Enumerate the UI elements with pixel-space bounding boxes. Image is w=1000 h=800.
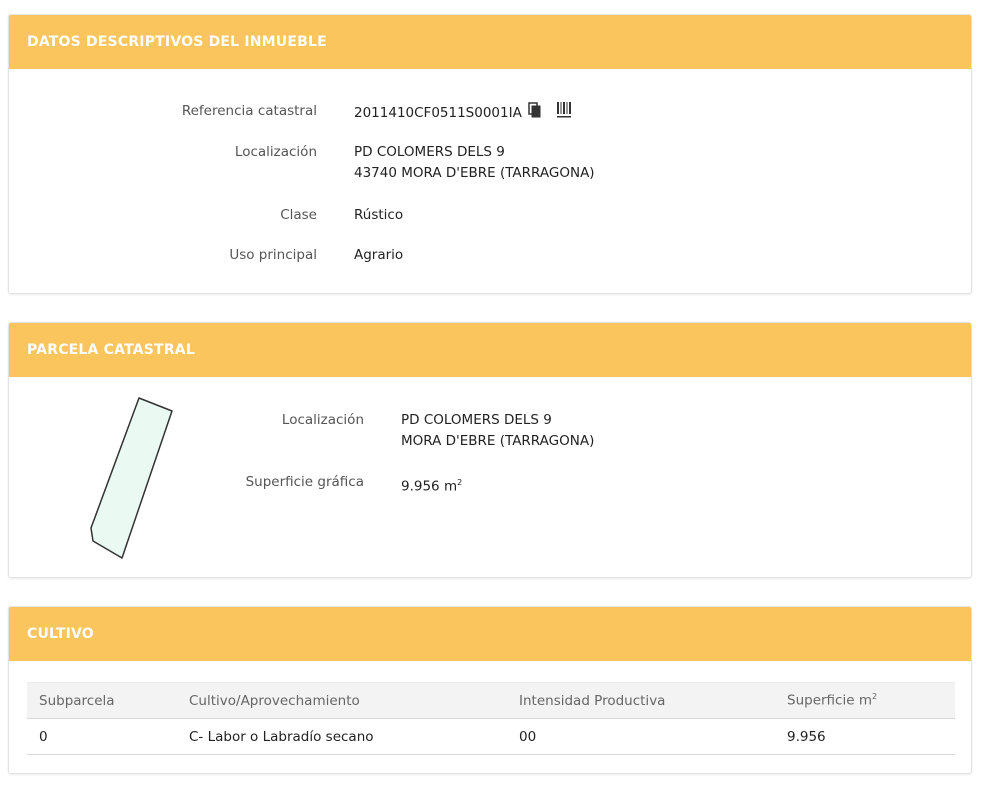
superficie-grafica-label: Superficie gráfica [245, 474, 364, 490]
cultivo-table: Subparcela Cultivo/Aprovechamiento Inten… [27, 682, 955, 755]
parcela-localizacion-label: Localización [281, 412, 364, 428]
col-superficie-label: Superficie m [787, 692, 872, 709]
col-superficie-sup: 2 [871, 692, 878, 702]
datos-descriptivos-title: DATOS DESCRIPTIVOS DEL INMUEBLE [9, 15, 971, 69]
barcode-icon[interactable] [556, 101, 572, 126]
parcel-shape[interactable] [87, 393, 187, 568]
clase-value: Rústico [354, 207, 404, 223]
copy-icon[interactable] [528, 102, 542, 125]
col-superficie: Superficie m2 [775, 682, 955, 719]
localizacion-line1: PD COLOMERS DELS 9 [354, 144, 505, 160]
parcela-localizacion-line1: PD COLOMERS DELS 9 [401, 412, 552, 428]
col-subparcela: Subparcela [27, 682, 177, 719]
referencia-value: 2011410CF0511S0001IA [354, 105, 522, 121]
referencia-label: Referencia catastral [181, 103, 317, 119]
cell-superficie: 9.956 [775, 718, 955, 755]
localizacion-label: Localización [234, 144, 317, 160]
superficie-grafica-unit-sup: 2 [457, 478, 463, 487]
superficie-grafica-number: 9.956 m [401, 478, 458, 495]
datos-descriptivos-panel: DATOS DESCRIPTIVOS DEL INMUEBLE Referenc… [8, 14, 972, 294]
localizacion-line2: 43740 MORA D'EBRE (TARRAGONA) [354, 165, 595, 181]
parcela-localizacion-line2: MORA D'EBRE (TARRAGONA) [401, 433, 595, 449]
superficie-grafica-value: 9.956 m2 [401, 472, 462, 498]
col-cultivo: Cultivo/Aprovechamiento [177, 682, 507, 719]
localizacion-value: PD COLOMERS DELS 9 43740 MORA D'EBRE (TA… [354, 142, 595, 184]
cultivo-title: CULTIVO [9, 607, 971, 661]
clase-label: Clase [280, 207, 317, 223]
parcela-catastral-panel: PARCELA CATASTRAL Localización PD COLOME… [8, 322, 972, 578]
cultivo-panel: CULTIVO Subparcela Cultivo/Aprovechamien… [8, 606, 972, 774]
cell-cultivo: C- Labor o Labradío secano [177, 718, 507, 755]
parcela-localizacion-value: PD COLOMERS DELS 9 MORA D'EBRE (TARRAGON… [401, 410, 594, 452]
parcela-catastral-title: PARCELA CATASTRAL [9, 323, 971, 377]
referencia-value-row: 2011410CF0511S0001IA [354, 101, 572, 126]
col-intensidad: Intensidad Productiva [507, 682, 775, 719]
table-row: 0 C- Labor o Labradío secano 00 9.956 [27, 718, 955, 755]
uso-principal-value: Agrario [354, 247, 404, 263]
cell-subparcela: 0 [27, 718, 177, 755]
cultivo-table-header-row: Subparcela Cultivo/Aprovechamiento Inten… [27, 682, 955, 719]
cell-intensidad: 00 [507, 718, 775, 755]
uso-principal-label: Uso principal [229, 247, 317, 263]
